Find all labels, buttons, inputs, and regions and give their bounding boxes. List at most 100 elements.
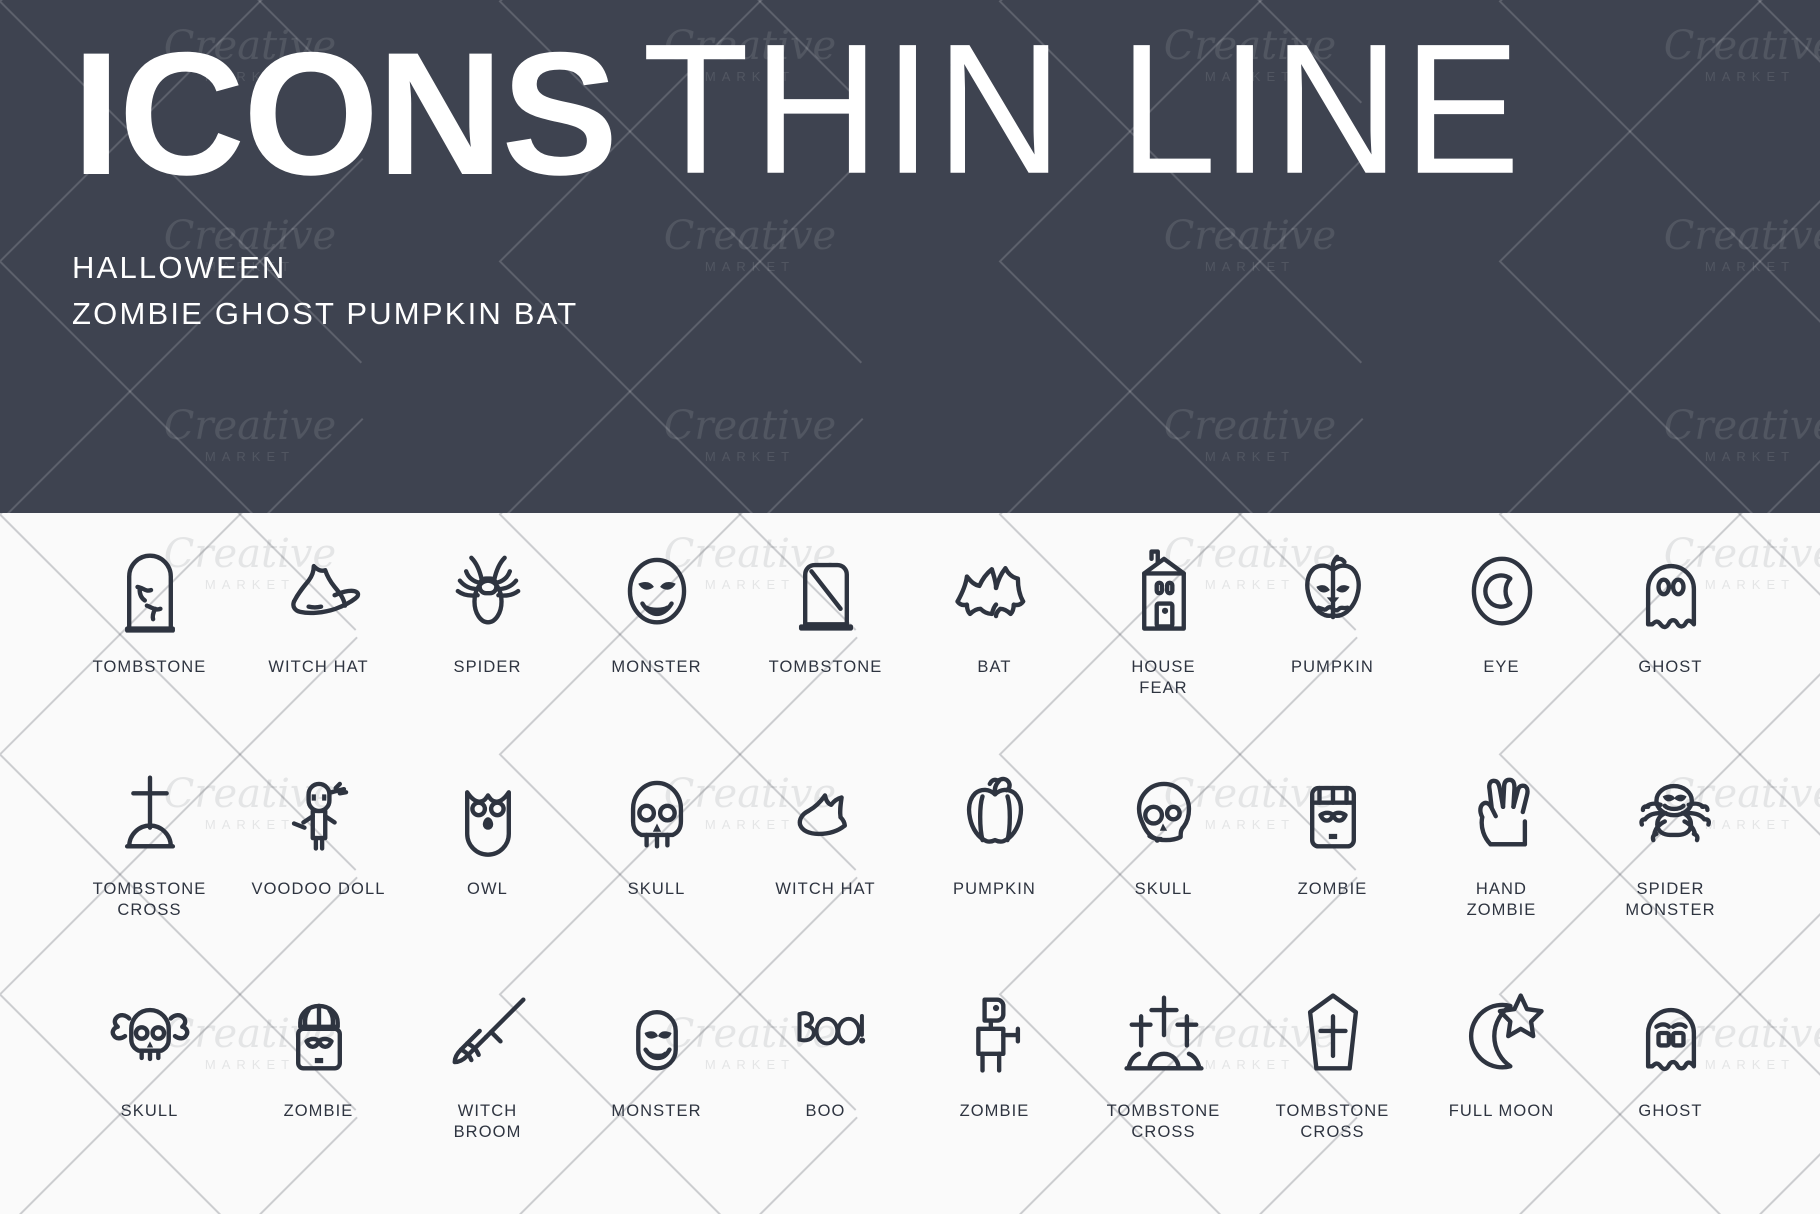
eye-icon (1438, 525, 1566, 653)
watermark-slash (1500, 0, 1820, 2)
creative-market-watermark: Creative MARKET (1663, 213, 1820, 274)
icon-cell[interactable]: EYE (1417, 525, 1586, 747)
icon-cell[interactable]: OWL (403, 747, 572, 969)
icon-cell[interactable]: TOMBSTONE CROSS (1079, 969, 1248, 1191)
icon-cell[interactable]: WITCH HAT (741, 747, 910, 969)
icon-label: SKULL (1134, 880, 1193, 898)
watermark-slash (1000, 0, 1364, 2)
voodoo-doll-icon (255, 747, 383, 875)
watermark-slash (500, 417, 864, 513)
icon-cell[interactable]: ZOMBIE (234, 969, 403, 1191)
creative-market-watermark: Creative MARKET (1163, 213, 1337, 274)
full-moon-star-icon (1438, 969, 1566, 1097)
icon-cell[interactable]: HOUSE FEAR (1079, 525, 1248, 747)
icon-label: SKULL (120, 1102, 179, 1120)
icon-label: PUMPKIN (953, 880, 1036, 898)
icon-label: GHOST (1638, 1102, 1703, 1120)
graveyard-crosses-icon (1100, 969, 1228, 1097)
icon-cell[interactable]: TOMBSTONE (741, 525, 910, 747)
icon-label: WITCH BROOM (453, 1102, 522, 1141)
icon-cell[interactable]: SPIDER (403, 525, 572, 747)
icon-cell[interactable]: PUMPKIN (1248, 525, 1417, 747)
zombie-body-icon (931, 969, 1059, 1097)
icon-cell[interactable]: SKULL (572, 747, 741, 969)
icon-cell[interactable]: MONSTER (572, 525, 741, 747)
tombstone-icon (86, 525, 214, 653)
page-title: ICONS THIN LINE (72, 17, 1524, 212)
monster-capsule-icon (593, 969, 721, 1097)
zombie-brain-icon (255, 969, 383, 1097)
zombie-face-icon (1269, 747, 1397, 875)
icon-label: EYE (1483, 658, 1520, 676)
icon-cell[interactable]: WITCH BROOM (403, 969, 572, 1191)
icon-grid-area: Creative MARKET Creative MARKET Creative MARK… (0, 513, 1820, 1214)
icon-cell[interactable]: SKULL (1079, 747, 1248, 969)
owl-icon (424, 747, 552, 875)
icon-label: WITCH HAT (775, 880, 876, 898)
title-bold: ICONS (72, 17, 618, 212)
icon-cell[interactable]: BAT (910, 525, 1079, 747)
watermark-slash (0, 417, 364, 513)
icon-label: ZOMBIE (283, 1102, 354, 1120)
icon-cell[interactable]: FULL MOON (1417, 969, 1586, 1191)
icon-label: TOMBSTONE CROSS (1106, 1102, 1221, 1141)
icon-cell[interactable]: ZOMBIE (1248, 747, 1417, 969)
spider-monster-icon (1607, 747, 1735, 875)
icon-cell[interactable]: SKULL (65, 969, 234, 1191)
icon-grid: TOMBSTONE WITCH HAT SPIDER MONSTER TOMBS… (65, 513, 1755, 1191)
icon-label: SPIDER (453, 658, 522, 676)
spider-icon (424, 525, 552, 653)
icon-label: ZOMBIE (959, 1102, 1030, 1120)
watermark-slash (1500, 417, 1820, 513)
icon-label: MONSTER (611, 658, 702, 676)
watermark-slash (0, 0, 364, 2)
icon-label: FULL MOON (1448, 1102, 1555, 1120)
skull-side-icon (1100, 747, 1228, 875)
ghost-sleepy-icon (1607, 969, 1735, 1097)
icon-cell[interactable]: TOMBSTONE CROSS (1248, 969, 1417, 1191)
icon-label: MONSTER (611, 1102, 702, 1120)
creative-market-watermark: Creative MARKET (1163, 403, 1337, 464)
icon-label: HAND ZOMBIE (1466, 880, 1537, 919)
boo-text-icon (762, 969, 890, 1097)
ghost-icon (1607, 525, 1735, 653)
icon-label: BAT (977, 658, 1012, 676)
icon-label: WITCH HAT (268, 658, 369, 676)
icon-label: PUMPKIN (1291, 658, 1374, 676)
icon-set-preview: Creative MARKET Creative MARKET Creative MARK… (0, 0, 1820, 1214)
icon-label: VOODOO DOLL (251, 880, 386, 898)
bat-icon (931, 525, 1059, 653)
icon-cell[interactable]: WITCH HAT (234, 525, 403, 747)
icon-cell[interactable]: PUMPKIN (910, 747, 1079, 969)
skull-crossbones-icon (86, 969, 214, 1097)
icon-cell[interactable]: TOMBSTONE CROSS (65, 747, 234, 969)
watermark-slash (1000, 417, 1364, 513)
icon-label: SKULL (627, 880, 686, 898)
tombstone-plain-icon (762, 525, 890, 653)
icon-label: TOMBSTONE (92, 658, 207, 676)
icon-cell[interactable]: VOODOO DOLL (234, 747, 403, 969)
subtitle-category: HALLOWEEN (72, 250, 287, 285)
watermark-slash (1500, 0, 1820, 262)
watermark-slash (1498, 260, 1820, 513)
icon-label: TOMBSTONE CROSS (1275, 1102, 1390, 1141)
witch-hat-icon (255, 525, 383, 653)
icon-cell[interactable]: HAND ZOMBIE (1417, 747, 1586, 969)
icon-cell[interactable]: SPIDER MONSTER (1586, 747, 1755, 969)
icon-cell[interactable]: GHOST (1586, 525, 1755, 747)
icon-label: BOO (805, 1102, 846, 1120)
witch-broom-icon (424, 969, 552, 1097)
icon-cell[interactable]: ZOMBIE (910, 969, 1079, 1191)
subtitle-keywords: ZOMBIE GHOST PUMPKIN BAT (72, 296, 579, 331)
creative-market-watermark: Creative MARKET (663, 403, 837, 464)
header-banner: Creative MARKET Creative MARKET Creative MARK… (0, 0, 1820, 513)
watermark-slash (1498, 0, 1820, 364)
icon-cell[interactable]: MONSTER (572, 969, 741, 1191)
watermark-slash (998, 260, 1363, 513)
icon-cell[interactable]: TOMBSTONE (65, 525, 234, 747)
tombstone-cross-icon (86, 747, 214, 875)
icon-label: OWL (467, 880, 508, 898)
icon-cell[interactable]: BOO (741, 969, 910, 1191)
icon-cell[interactable]: GHOST (1586, 969, 1755, 1191)
icon-label: TOMBSTONE CROSS (92, 880, 207, 919)
